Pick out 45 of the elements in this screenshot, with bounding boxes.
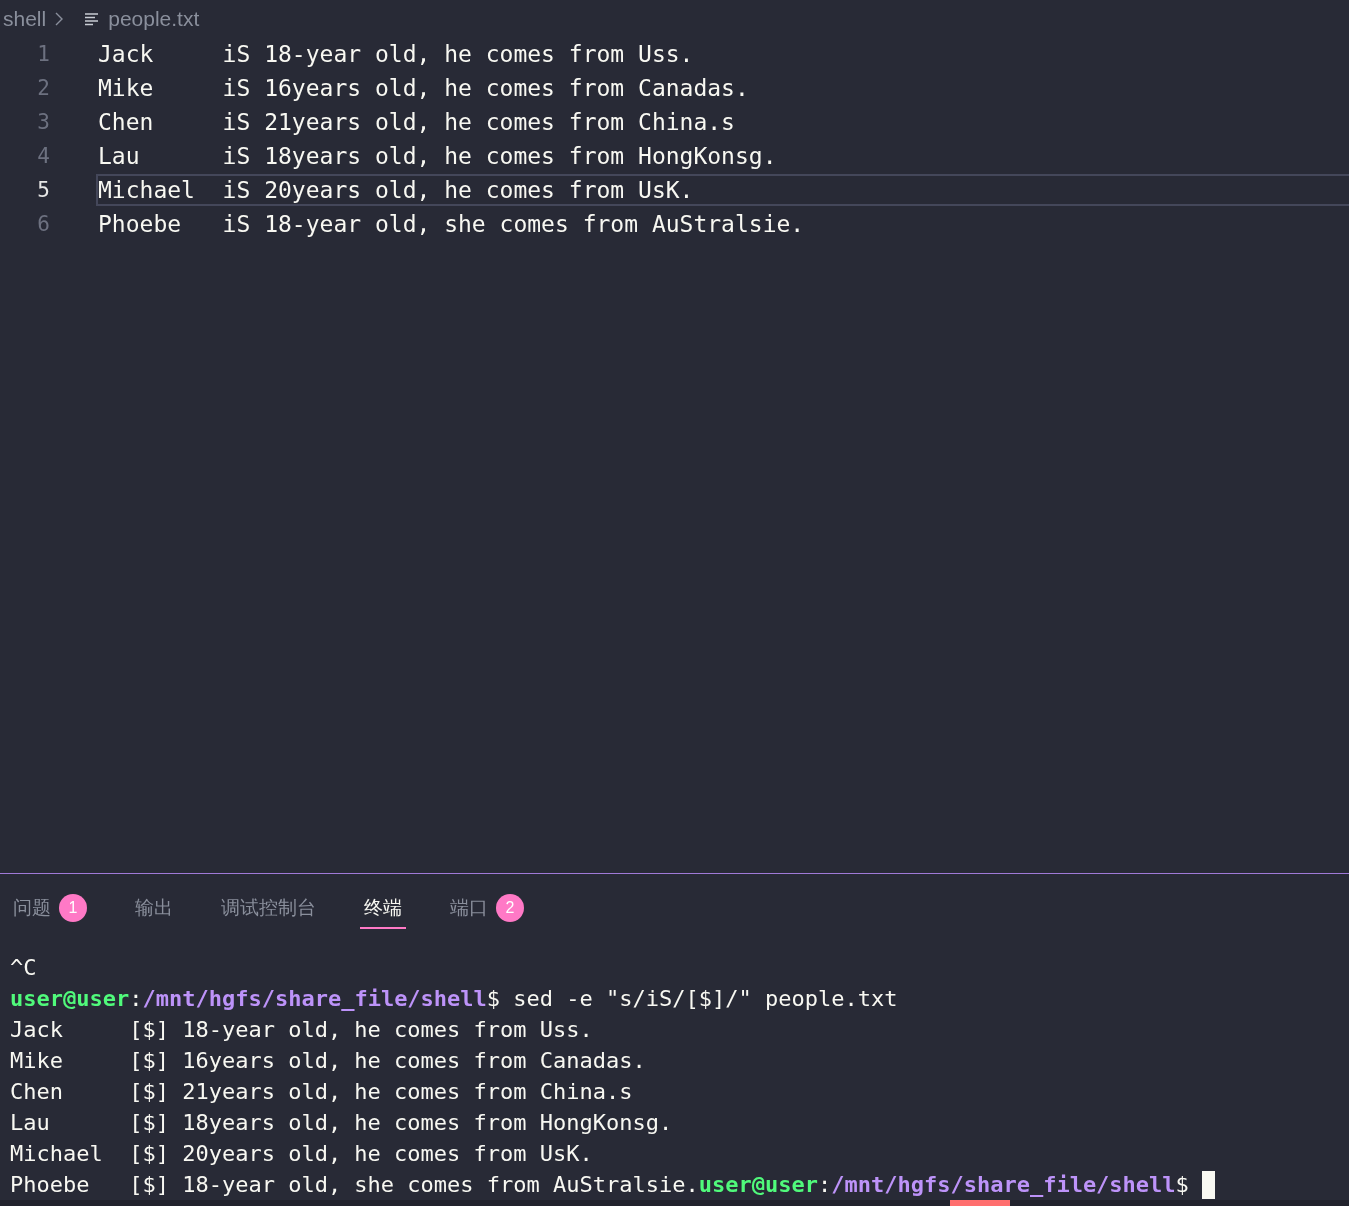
- count-badge: 1: [59, 894, 87, 922]
- terminal-text: Michael [$] 20years old, he comes from UsK.: [10, 1141, 593, 1166]
- terminal-cursor: [1202, 1170, 1216, 1199]
- line-number: 6: [36, 212, 50, 236]
- tab-label: 问题: [13, 895, 51, 920]
- code-line: Michael iS 20years old, he comes from UsK.: [96, 174, 1349, 206]
- code-line: Phoebe iS 18-year old, she comes from AuStralsie.: [97, 210, 806, 239]
- panel-tab[interactable]: 端口 2: [446, 888, 528, 930]
- chevron-right-icon: [54, 10, 65, 27]
- status-indicator: [950, 1200, 1010, 1206]
- breadcrumb-file[interactable]: people.txt: [108, 6, 200, 31]
- tab-label: 终端: [364, 895, 402, 920]
- terminal-text: $ sed -e "s/iS/[$]/" people.txt: [486, 986, 898, 1011]
- line-number: 4: [36, 144, 50, 168]
- breadcrumb-folder[interactable]: shell: [3, 6, 47, 31]
- line-number: 2: [36, 76, 50, 100]
- code-line: Lau iS 18years old, he comes from HongKonsg.: [97, 142, 778, 171]
- tab-label: 端口: [450, 895, 488, 920]
- terminal-text: Phoebe [$] 18-year old, she comes from AuStralsie.: [10, 1172, 699, 1197]
- code-line: Jack iS 18-year old, he comes from Uss.: [97, 40, 695, 69]
- line-number: 3: [36, 110, 50, 134]
- text-file-icon: [84, 11, 101, 26]
- terminal-text: Lau [$] 18years old, he comes from HongKonsg.: [10, 1110, 673, 1135]
- tab-label: 输出: [135, 895, 173, 920]
- prompt-path: /mnt/hgfs/share_file/shell: [831, 1172, 1176, 1197]
- tab-label: 调试控制台: [221, 895, 316, 920]
- terminal-text: Mike [$] 16years old, he comes from Canadas.: [10, 1048, 646, 1073]
- terminal-text: :: [817, 1172, 832, 1197]
- terminal-text: $: [1175, 1172, 1190, 1197]
- terminal-text: :: [129, 986, 143, 1011]
- terminal-text: Jack [$] 18-year old, he comes from Uss.: [10, 1017, 593, 1042]
- line-number: 5: [36, 178, 50, 202]
- code-line: Mike iS 16years old, he comes from Canadas.: [97, 74, 750, 103]
- panel-tab[interactable]: 终端: [360, 889, 406, 929]
- line-number: 1: [36, 42, 50, 66]
- panel-tab[interactable]: 问题 1: [9, 888, 91, 930]
- prompt-user: user@user: [10, 986, 130, 1011]
- panel-tab[interactable]: 调试控制台: [217, 889, 320, 929]
- prompt-user: user@user: [698, 1172, 818, 1197]
- prompt-path: /mnt/hgfs/share_file/shell: [142, 986, 487, 1011]
- terminal-text: Chen [$] 21years old, he comes from China.s: [10, 1079, 633, 1104]
- panel-tab[interactable]: 输出: [131, 889, 177, 929]
- code-line: Chen iS 21years old, he comes from China.s: [97, 108, 736, 137]
- terminal-text: ^C: [10, 955, 37, 980]
- count-badge: 2: [496, 894, 524, 922]
